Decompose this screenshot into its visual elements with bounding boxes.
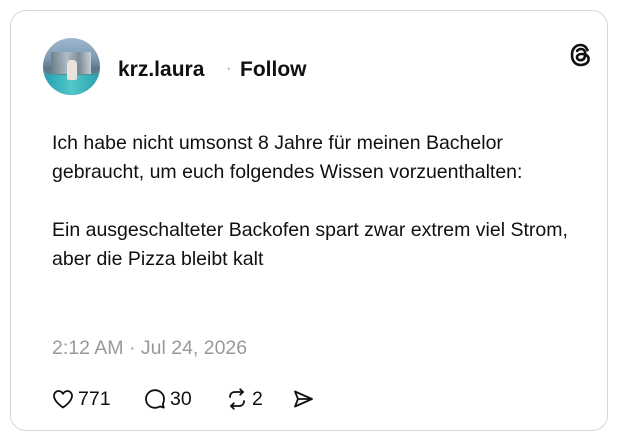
repost-icon bbox=[229, 388, 245, 410]
threads-logo-icon[interactable] bbox=[568, 42, 594, 68]
comment-icon bbox=[145, 389, 165, 409]
like-count: 771 bbox=[78, 387, 111, 410]
post-paragraph: Ein ausgeschalteter Backofen spart zwar … bbox=[52, 219, 568, 270]
post-paragraph: Ich habe nicht umsonst 8 Jahre für meine… bbox=[52, 132, 523, 183]
like-button[interactable]: 771 bbox=[51, 385, 111, 413]
username[interactable]: krz.laura bbox=[118, 58, 204, 82]
timestamp[interactable]: 2:12 AM · Jul 24, 2026 bbox=[52, 337, 247, 360]
follow-button[interactable]: Follow bbox=[240, 58, 307, 82]
reply-button[interactable]: 30 bbox=[143, 385, 192, 413]
reply-count: 30 bbox=[170, 387, 192, 410]
post-card[interactable]: krz.laura · Follow Ich habe nicht umsons… bbox=[10, 10, 608, 431]
repost-count: 2 bbox=[252, 387, 263, 410]
post-text: Ich habe nicht umsonst 8 Jahre für meine… bbox=[52, 129, 572, 274]
heart-icon bbox=[53, 390, 73, 409]
share-button[interactable] bbox=[291, 385, 315, 413]
separator-dot: · bbox=[226, 60, 232, 77]
share-icon bbox=[294, 390, 313, 408]
repost-button[interactable]: 2 bbox=[225, 385, 263, 413]
avatar[interactable] bbox=[43, 38, 100, 95]
